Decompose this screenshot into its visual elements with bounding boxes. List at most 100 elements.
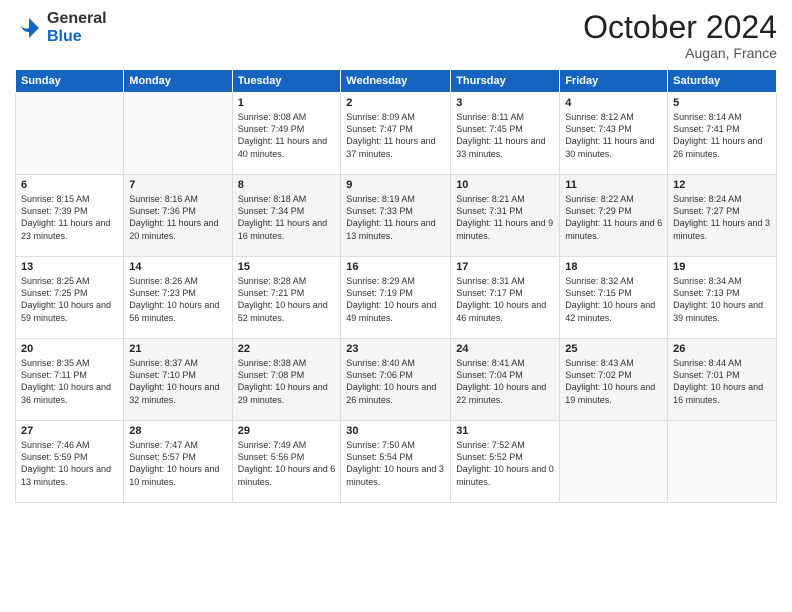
calendar-cell: 25 Sunrise: 8:43 AM Sunset: 7:02 PM Dayli… [560,339,668,421]
calendar-cell [668,421,777,503]
day-number: 21 [129,343,226,355]
calendar-header-row: Sunday Monday Tuesday Wednesday Thursday… [16,70,777,93]
calendar-cell: 21 Sunrise: 8:37 AM Sunset: 7:10 PM Dayli… [124,339,232,421]
day-info: Sunrise: 8:09 AM Sunset: 7:47 PM Dayligh… [346,111,445,160]
calendar-cell: 8 Sunrise: 8:18 AM Sunset: 7:34 PM Daylig… [232,175,341,257]
calendar-cell: 27Sunrise: 7:46 AM Sunset: 5:59 PM Dayli… [16,421,124,503]
day-info: Sunrise: 8:14 AM Sunset: 7:41 PM Dayligh… [673,111,771,160]
day-number: 30 [346,425,445,437]
calendar-cell: 13Sunrise: 8:25 AM Sunset: 7:25 PM Dayli… [16,257,124,339]
day-number: 20 [21,343,118,355]
header: General Blue October 2024 Augan, France [15,10,777,61]
day-info: Sunrise: 8:43 AM Sunset: 7:02 PM Dayligh… [565,357,662,406]
day-number: 22 [238,343,336,355]
calendar-cell: 28Sunrise: 7:47 AM Sunset: 5:57 PM Dayli… [124,421,232,503]
logo-text: General Blue [47,10,107,45]
calendar-cell: 30Sunrise: 7:50 AM Sunset: 5:54 PM Dayli… [341,421,451,503]
day-info: Sunrise: 8:24 AM Sunset: 7:27 PM Dayligh… [673,193,771,242]
day-info: Sunrise: 8:32 AM Sunset: 7:15 PM Dayligh… [565,275,662,324]
col-monday: Monday [124,70,232,93]
title-block: October 2024 Augan, France [583,10,777,61]
day-number: 11 [565,179,662,191]
day-number: 6 [21,179,118,191]
day-info: Sunrise: 8:37 AM Sunset: 7:10 PM Dayligh… [129,357,226,406]
day-number: 9 [346,179,445,191]
calendar-cell: 14 Sunrise: 8:26 AM Sunset: 7:23 PM Dayli… [124,257,232,339]
day-info: Sunrise: 8:16 AM Sunset: 7:36 PM Dayligh… [129,193,226,242]
day-number: 25 [565,343,662,355]
day-info: Sunrise: 8:44 AM Sunset: 7:01 PM Dayligh… [673,357,771,406]
calendar-cell: 16 Sunrise: 8:29 AM Sunset: 7:19 PM Dayli… [341,257,451,339]
day-number: 5 [673,97,771,109]
day-info: Sunrise: 8:26 AM Sunset: 7:23 PM Dayligh… [129,275,226,324]
day-number: 10 [456,179,554,191]
calendar-cell: 11 Sunrise: 8:22 AM Sunset: 7:29 PM Dayli… [560,175,668,257]
day-number: 8 [238,179,336,191]
day-number: 31 [456,425,554,437]
calendar-cell [124,93,232,175]
calendar-cell: 5 Sunrise: 8:14 AM Sunset: 7:41 PM Daylig… [668,93,777,175]
calendar-cell: 26Sunrise: 8:44 AM Sunset: 7:01 PM Dayli… [668,339,777,421]
calendar-cell: 9 Sunrise: 8:19 AM Sunset: 7:33 PM Daylig… [341,175,451,257]
col-saturday: Saturday [668,70,777,93]
day-info: Sunrise: 7:49 AM Sunset: 5:56 PM Dayligh… [238,439,336,488]
calendar-cell: 29 Sunrise: 7:49 AM Sunset: 5:56 PM Dayli… [232,421,341,503]
calendar-cell: 18 Sunrise: 8:32 AM Sunset: 7:15 PM Dayli… [560,257,668,339]
col-thursday: Thursday [451,70,560,93]
logo: General Blue [15,10,107,45]
day-info: Sunrise: 8:35 AM Sunset: 7:11 PM Dayligh… [21,357,118,406]
calendar-cell: 15 Sunrise: 8:28 AM Sunset: 7:21 PM Dayli… [232,257,341,339]
day-info: Sunrise: 8:29 AM Sunset: 7:19 PM Dayligh… [346,275,445,324]
day-number: 29 [238,425,336,437]
calendar-week-row: 13Sunrise: 8:25 AM Sunset: 7:25 PM Dayli… [16,257,777,339]
day-info: Sunrise: 8:40 AM Sunset: 7:06 PM Dayligh… [346,357,445,406]
day-info: Sunrise: 8:11 AM Sunset: 7:45 PM Dayligh… [456,111,554,160]
day-info: Sunrise: 8:22 AM Sunset: 7:29 PM Dayligh… [565,193,662,242]
day-info: Sunrise: 7:46 AM Sunset: 5:59 PM Dayligh… [21,439,118,488]
day-number: 14 [129,261,226,273]
day-number: 17 [456,261,554,273]
calendar-table: Sunday Monday Tuesday Wednesday Thursday… [15,69,777,503]
day-info: Sunrise: 8:19 AM Sunset: 7:33 PM Dayligh… [346,193,445,242]
day-info: Sunrise: 8:21 AM Sunset: 7:31 PM Dayligh… [456,193,554,242]
day-number: 15 [238,261,336,273]
day-info: Sunrise: 8:38 AM Sunset: 7:08 PM Dayligh… [238,357,336,406]
day-info: Sunrise: 8:08 AM Sunset: 7:49 PM Dayligh… [238,111,336,160]
day-number: 1 [238,97,336,109]
day-number: 23 [346,343,445,355]
calendar-cell: 12 Sunrise: 8:24 AM Sunset: 7:27 PM Dayli… [668,175,777,257]
day-number: 19 [673,261,771,273]
calendar-cell [16,93,124,175]
logo-icon [15,14,43,42]
col-friday: Friday [560,70,668,93]
day-number: 18 [565,261,662,273]
calendar-cell: 6 Sunrise: 8:15 AM Sunset: 7:39 PM Daylig… [16,175,124,257]
col-sunday: Sunday [16,70,124,93]
day-number: 13 [21,261,118,273]
day-info: Sunrise: 8:41 AM Sunset: 7:04 PM Dayligh… [456,357,554,406]
calendar-cell: 31Sunrise: 7:52 AM Sunset: 5:52 PM Dayli… [451,421,560,503]
calendar-cell: 1 Sunrise: 8:08 AM Sunset: 7:49 PM Daylig… [232,93,341,175]
calendar-cell: 22 Sunrise: 8:38 AM Sunset: 7:08 PM Dayli… [232,339,341,421]
calendar-cell: 2 Sunrise: 8:09 AM Sunset: 7:47 PM Daylig… [341,93,451,175]
calendar-cell: 4Sunrise: 8:12 AM Sunset: 7:43 PM Daylig… [560,93,668,175]
calendar-cell: 10 Sunrise: 8:21 AM Sunset: 7:31 PM Dayli… [451,175,560,257]
calendar-cell: 17Sunrise: 8:31 AM Sunset: 7:17 PM Dayli… [451,257,560,339]
calendar-cell: 7Sunrise: 8:16 AM Sunset: 7:36 PM Daylig… [124,175,232,257]
day-info: Sunrise: 8:28 AM Sunset: 7:21 PM Dayligh… [238,275,336,324]
calendar-cell: 24Sunrise: 8:41 AM Sunset: 7:04 PM Dayli… [451,339,560,421]
day-info: Sunrise: 8:18 AM Sunset: 7:34 PM Dayligh… [238,193,336,242]
calendar-week-row: 27Sunrise: 7:46 AM Sunset: 5:59 PM Dayli… [16,421,777,503]
calendar-cell: 3Sunrise: 8:11 AM Sunset: 7:45 PM Daylig… [451,93,560,175]
day-info: Sunrise: 8:15 AM Sunset: 7:39 PM Dayligh… [21,193,118,242]
calendar-week-row: 1 Sunrise: 8:08 AM Sunset: 7:49 PM Daylig… [16,93,777,175]
day-number: 2 [346,97,445,109]
calendar-week-row: 20 Sunrise: 8:35 AM Sunset: 7:11 PM Dayli… [16,339,777,421]
calendar-week-row: 6 Sunrise: 8:15 AM Sunset: 7:39 PM Daylig… [16,175,777,257]
day-number: 12 [673,179,771,191]
day-info: Sunrise: 8:34 AM Sunset: 7:13 PM Dayligh… [673,275,771,324]
day-info: Sunrise: 8:12 AM Sunset: 7:43 PM Dayligh… [565,111,662,160]
day-number: 16 [346,261,445,273]
day-number: 28 [129,425,226,437]
page: General Blue October 2024 Augan, France … [0,0,792,612]
